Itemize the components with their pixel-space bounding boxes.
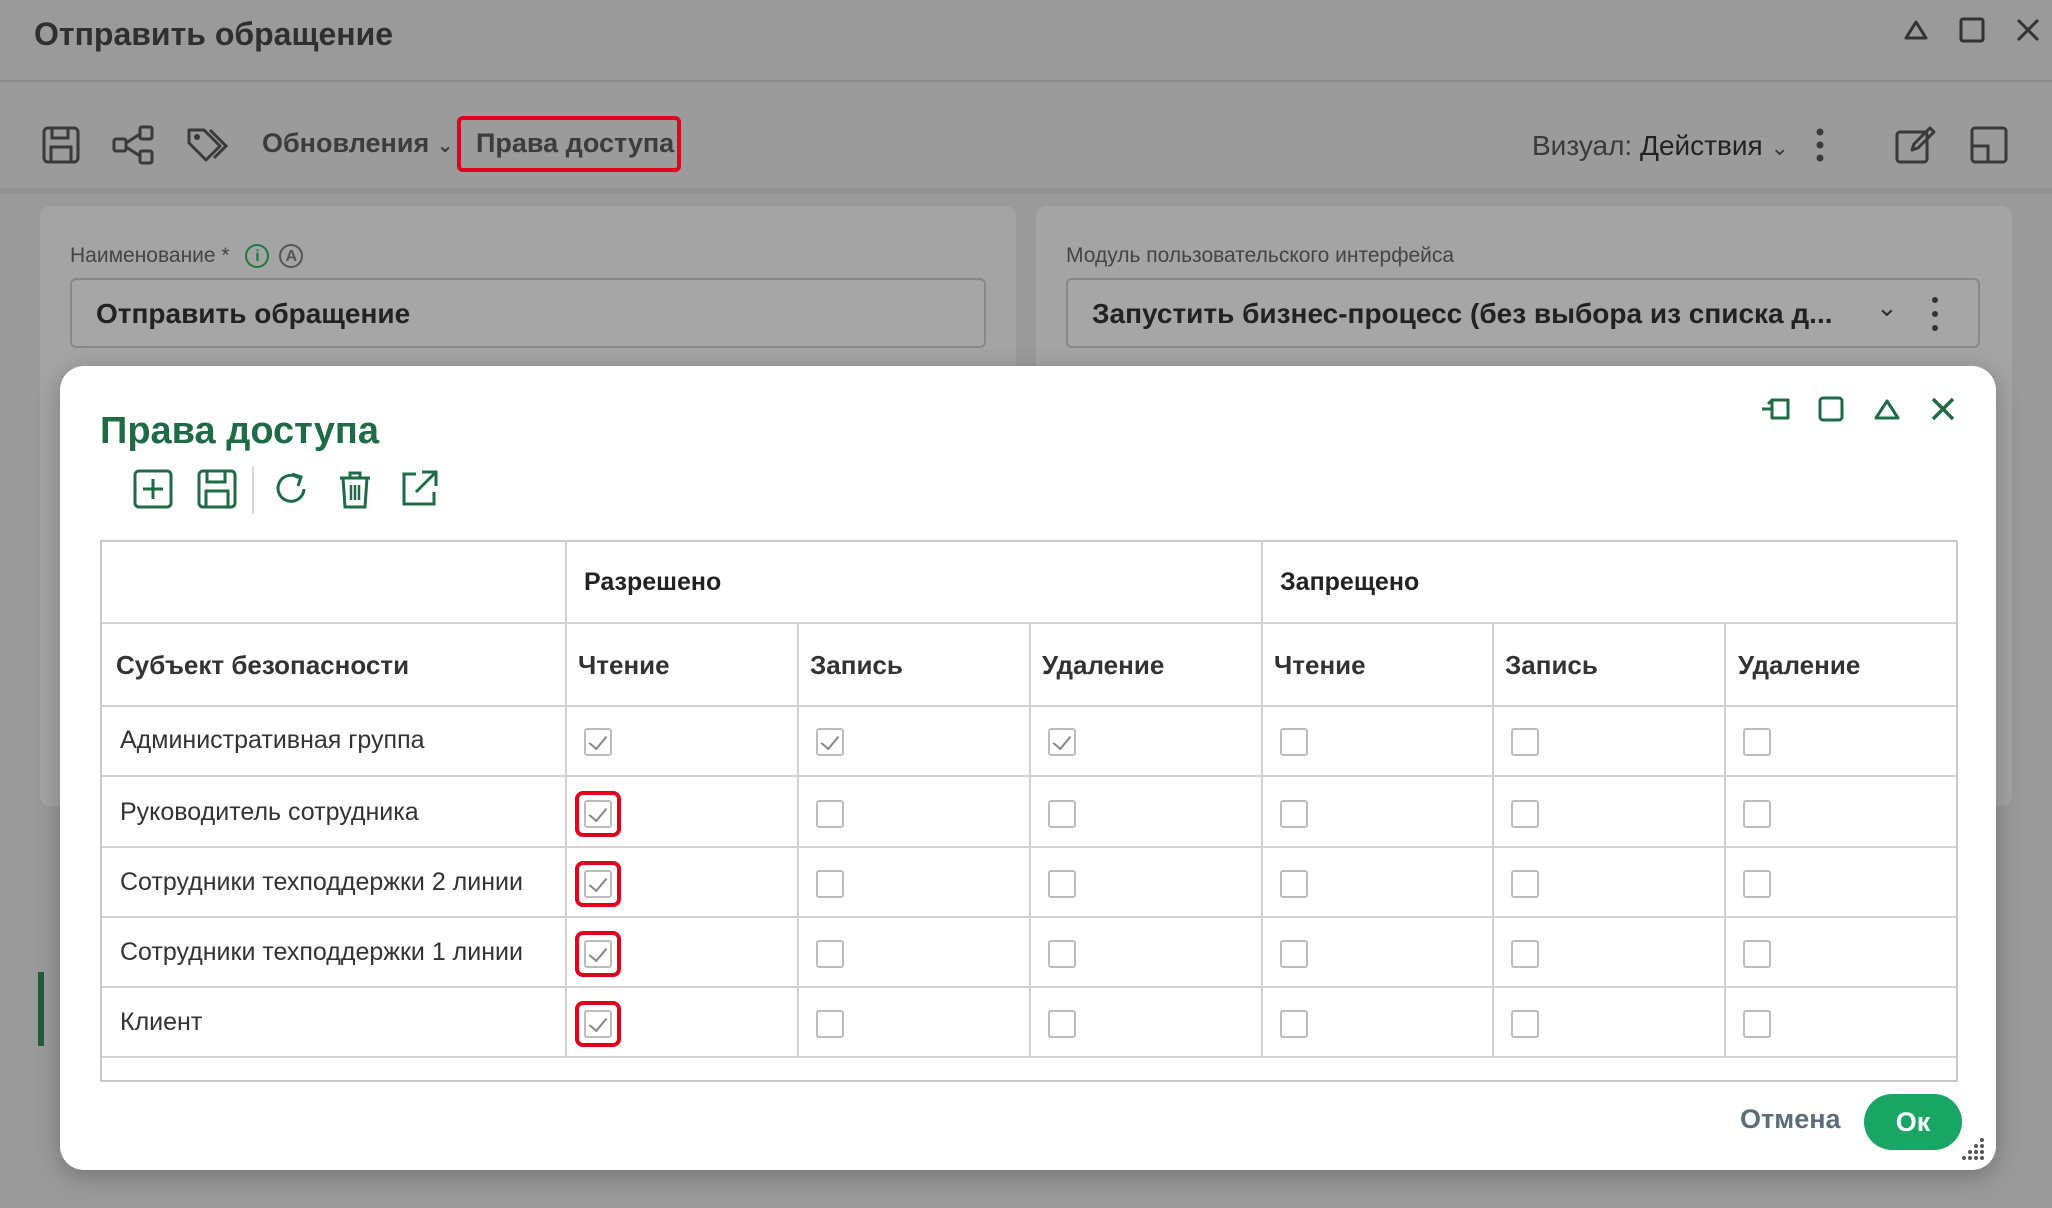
checkbox-highlight <box>575 861 621 907</box>
collapse-icon[interactable] <box>1868 390 1906 428</box>
checkbox-denied-read[interactable] <box>1280 940 1308 968</box>
row-subject[interactable]: Сотрудники техподдержки 2 линии <box>120 868 523 897</box>
column-header-allowed-write[interactable]: Запись <box>810 650 903 681</box>
checkbox-allowed-write[interactable] <box>816 870 844 898</box>
close-icon[interactable] <box>1924 390 1962 428</box>
window-title: Отправить обращение <box>34 16 394 52</box>
more-vertical-icon[interactable] <box>1930 294 1940 339</box>
column-header-subject: Субъект безопасности <box>116 650 410 680</box>
access-rights-dialog: Права доступа Разрешено Запрещено Субъек… <box>60 366 1996 1170</box>
row-subject[interactable]: Руководитель сотрудника <box>120 798 419 827</box>
divider <box>797 623 799 1056</box>
name-field[interactable]: Отправить обращение <box>70 278 986 348</box>
checkbox-denied-delete[interactable] <box>1743 728 1771 756</box>
delete-icon[interactable] <box>332 466 378 512</box>
column-header-allowed-read[interactable]: Чтение <box>578 650 670 681</box>
chevron-down-icon: ⌄ <box>1770 135 1789 160</box>
info-icon[interactable]: i <box>245 244 270 269</box>
module-field-label: Модуль пользовательского интерфейса <box>1066 244 1455 267</box>
checkbox-allowed-read[interactable] <box>584 728 612 756</box>
checkbox-denied-delete[interactable] <box>1743 1010 1771 1038</box>
divider <box>1492 623 1494 1056</box>
pin-icon[interactable] <box>1758 390 1796 428</box>
save-icon[interactable] <box>38 122 84 168</box>
row-subject[interactable]: Сотрудники техподдержки 1 линии <box>120 938 523 967</box>
checkbox-highlight <box>575 791 621 837</box>
visual-prefix: Визуал: <box>1532 130 1633 161</box>
refresh-icon[interactable] <box>268 466 314 512</box>
checkbox-denied-read[interactable] <box>1280 1010 1308 1038</box>
close-icon[interactable] <box>2010 12 2046 48</box>
open-external-icon[interactable] <box>396 466 442 512</box>
visual-value: Действия <box>1640 130 1763 161</box>
checkbox-allowed-delete[interactable] <box>1048 800 1076 828</box>
maximize-icon[interactable] <box>1812 390 1850 428</box>
dialog-title: Права доступа <box>100 410 379 452</box>
module-field[interactable]: Запустить бизнес-процесс (без выбора из … <box>1066 278 1980 348</box>
checkbox-allowed-delete[interactable] <box>1048 1010 1076 1038</box>
ok-button[interactable]: Ок <box>1864 1094 1962 1150</box>
divider <box>102 1056 1956 1058</box>
name-label-text: Наименование * <box>70 244 230 267</box>
checkbox-allowed-delete[interactable] <box>1048 940 1076 968</box>
divider <box>565 542 567 1056</box>
window-titlebar: Отправить обращение <box>0 0 2052 82</box>
side-accent-bar <box>38 972 44 1046</box>
add-icon[interactable] <box>130 466 176 512</box>
name-field-label: Наименование * i A <box>70 244 304 269</box>
chevron-down-icon: ⌄ <box>436 135 454 157</box>
checkbox-allowed-delete[interactable] <box>1048 728 1076 756</box>
resize-grip-icon[interactable] <box>1960 1136 1986 1162</box>
checkbox-allowed-write[interactable] <box>816 1010 844 1038</box>
share-icon[interactable] <box>110 122 156 168</box>
column-header-denied-read[interactable]: Чтение <box>1274 650 1366 681</box>
permissions-table: Разрешено Запрещено Субъект безопасности… <box>100 540 1958 1082</box>
column-header-denied-write[interactable]: Запись <box>1505 650 1598 681</box>
divider <box>1029 623 1031 1056</box>
save-icon[interactable] <box>194 466 240 512</box>
checkbox-denied-read[interactable] <box>1280 870 1308 898</box>
updates-label: Обновления <box>262 128 430 158</box>
row-subject[interactable]: Административная группа <box>120 726 425 755</box>
checkbox-denied-write[interactable] <box>1511 728 1539 756</box>
tags-icon[interactable] <box>184 122 230 168</box>
checkbox-denied-write[interactable] <box>1511 1010 1539 1038</box>
checkbox-highlight <box>575 931 621 977</box>
checkbox-denied-delete[interactable] <box>1743 800 1771 828</box>
more-vertical-icon[interactable] <box>1810 122 1830 168</box>
column-header-allowed-delete[interactable]: Удаление <box>1042 650 1164 681</box>
checkbox-allowed-write[interactable] <box>816 800 844 828</box>
group-header-denied: Запрещено <box>1280 568 1420 596</box>
checkbox-allowed-delete[interactable] <box>1048 870 1076 898</box>
checkbox-highlight <box>575 1001 621 1047</box>
updates-menu[interactable]: Обновления ⌄ <box>262 128 453 159</box>
checkbox-denied-read[interactable] <box>1280 728 1308 756</box>
cancel-button[interactable]: Отмена <box>1740 1104 1841 1135</box>
checkbox-denied-delete[interactable] <box>1743 870 1771 898</box>
language-icon[interactable]: A <box>279 244 304 269</box>
maximize-icon[interactable] <box>1954 12 1990 48</box>
checkbox-denied-write[interactable] <box>1511 870 1539 898</box>
visual-selector[interactable]: Визуал: Действия ⌄ <box>1532 130 1789 162</box>
checkbox-denied-write[interactable] <box>1511 940 1539 968</box>
divider <box>1261 542 1263 1056</box>
chevron-down-icon[interactable]: ⌄ <box>1876 292 1898 323</box>
row-subject[interactable]: Клиент <box>120 1008 202 1037</box>
collapse-icon[interactable] <box>1898 12 1934 48</box>
checkbox-denied-read[interactable] <box>1280 800 1308 828</box>
toolbar-separator <box>252 466 254 514</box>
name-field-value: Отправить обращение <box>96 298 411 329</box>
checkbox-allowed-write[interactable] <box>816 728 844 756</box>
module-field-value: Запустить бизнес-процесс (без выбора из … <box>1092 298 1833 329</box>
checkbox-allowed-write[interactable] <box>816 940 844 968</box>
edit-icon[interactable] <box>1892 122 1938 168</box>
divider <box>1724 623 1726 1056</box>
group-header-allowed: Разрешено <box>584 568 722 596</box>
checkbox-denied-write[interactable] <box>1511 800 1539 828</box>
access-rights-highlight <box>457 116 681 172</box>
checkbox-denied-delete[interactable] <box>1743 940 1771 968</box>
layout-icon[interactable] <box>1966 122 2012 168</box>
column-header-denied-delete[interactable]: Удаление <box>1738 650 1860 681</box>
